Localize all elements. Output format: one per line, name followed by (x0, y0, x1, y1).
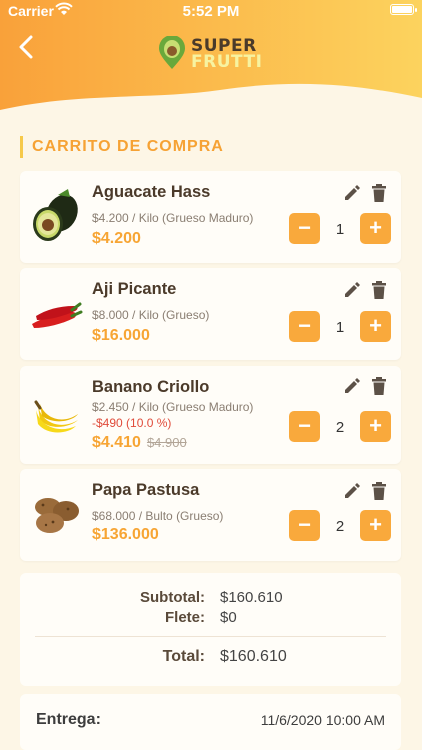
pencil-icon[interactable] (343, 482, 361, 500)
item-old-price: $4.900 (146, 435, 187, 450)
section-title: CARRITO DE COMPRA (20, 136, 224, 158)
quantity-value: 2 (335, 419, 345, 436)
delivery-datetime[interactable]: 11/6/2020 10:00 AM (261, 712, 385, 728)
battery-icon (390, 4, 417, 15)
item-unit-price: $2.450 / Kilo (Grueso Maduro) (92, 400, 254, 414)
item-price: $4.200 (92, 230, 141, 247)
decrease-quantity-button[interactable]: − (289, 213, 320, 244)
potatoes-image (35, 498, 79, 533)
chili-peppers-image (32, 302, 83, 328)
item-price: $136.000 (92, 526, 159, 543)
increase-quantity-button[interactable]: + (360, 411, 391, 442)
item-price: $16.000 (92, 327, 150, 344)
quantity-value: 1 (335, 319, 345, 336)
item-name: Papa Pastusa (92, 481, 200, 499)
bananas-image (34, 400, 78, 433)
pencil-icon[interactable] (343, 184, 361, 202)
item-name: Aji Picante (92, 280, 177, 298)
item-unit-price: $68.000 / Bulto (Grueso) (92, 509, 224, 523)
delivery-label: Entrega: (36, 711, 101, 728)
item-price-value: $4.410 (92, 434, 141, 451)
subtotal-value: $160.610 (220, 589, 283, 606)
avocado-image (33, 189, 78, 241)
decrease-quantity-button[interactable]: − (289, 411, 320, 442)
clock: 5:52 PM (182, 3, 240, 20)
pencil-icon[interactable] (343, 377, 361, 395)
quantity-value: 1 (335, 221, 345, 238)
total-label: Total: (162, 648, 205, 665)
decrease-quantity-button[interactable]: − (289, 311, 320, 342)
status-bar: Carrier 5:52 PM (0, 0, 422, 22)
super-frutti-logo: SUPER FRUTTI (158, 34, 268, 74)
cart-item: Aji Picante $8.000 / Kilo (Grueso) $16.0… (20, 268, 401, 360)
logo-text-frutti: FRUTTI (191, 52, 263, 72)
item-unit-price: $4.200 / Kilo (Grueso Maduro) (92, 211, 254, 225)
trash-icon[interactable] (371, 377, 387, 395)
subtotal-label: Subtotal: (140, 589, 205, 606)
increase-quantity-button[interactable]: + (360, 311, 391, 342)
total-value: $160.610 (220, 648, 287, 665)
item-price: $4.410 $4.900 (92, 434, 187, 452)
cart-item: Aguacate Hass $4.200 / Kilo (Grueso Madu… (20, 171, 401, 263)
item-unit-price: $8.000 / Kilo (Grueso) (92, 308, 210, 322)
chevron-left-icon[interactable] (14, 34, 38, 60)
item-name: Banano Criollo (92, 378, 210, 396)
cart-item: Papa Pastusa $68.000 / Bulto (Grueso) $1… (20, 469, 401, 561)
decrease-quantity-button[interactable]: − (289, 510, 320, 541)
flete-value: $0 (220, 609, 237, 626)
trash-icon[interactable] (371, 184, 387, 202)
pencil-icon[interactable] (343, 281, 361, 299)
cart-item: Banano Criollo $2.450 / Kilo (Grueso Mad… (20, 366, 401, 464)
header-wave (0, 83, 422, 140)
flete-label: Flete: (164, 609, 205, 626)
item-name: Aguacate Hass (92, 183, 211, 201)
trash-icon[interactable] (371, 482, 387, 500)
trash-icon[interactable] (371, 281, 387, 299)
order-summary: Subtotal: $160.610 Flete: $0 Total: $160… (20, 573, 401, 686)
increase-quantity-button[interactable]: + (360, 510, 391, 541)
avocado-pin-icon (159, 36, 185, 69)
quantity-value: 2 (335, 518, 345, 535)
item-discount: -$490 (10.0 %) (92, 416, 172, 430)
increase-quantity-button[interactable]: + (360, 213, 391, 244)
summary-divider (35, 636, 386, 637)
delivery-row[interactable]: Entrega: 11/6/2020 10:00 AM (20, 694, 401, 750)
